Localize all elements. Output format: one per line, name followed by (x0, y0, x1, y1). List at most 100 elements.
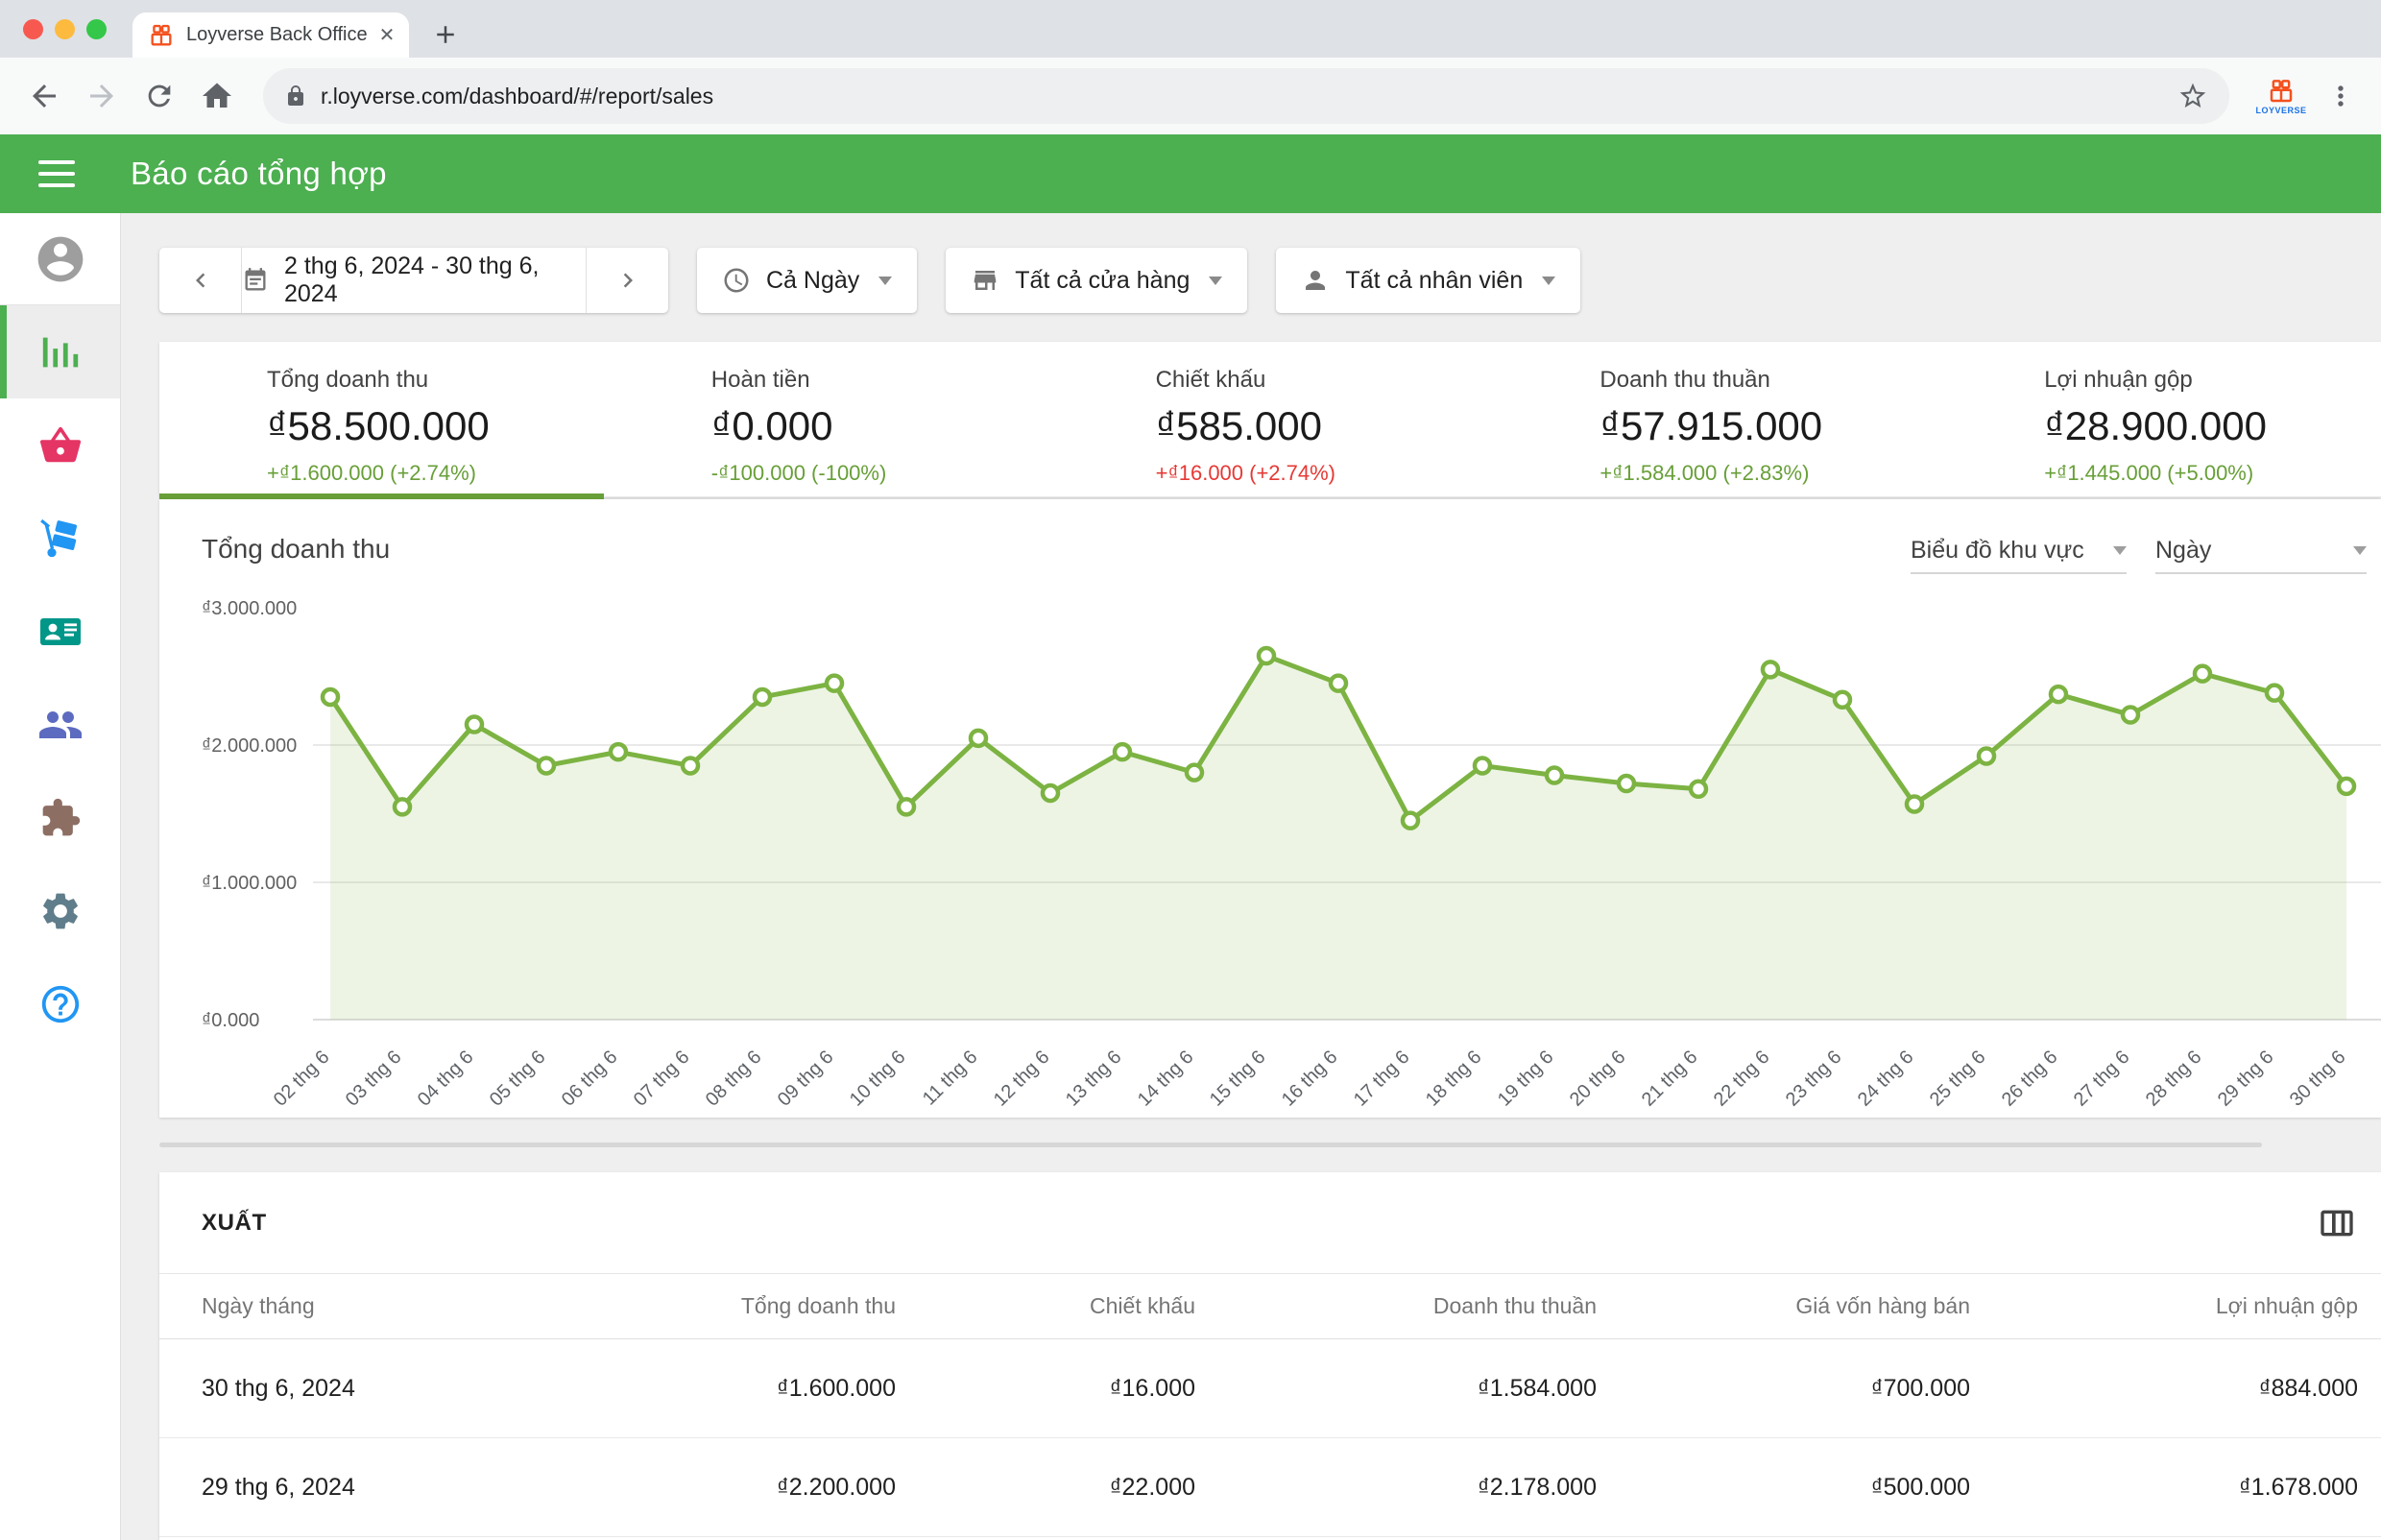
menu-hamburger-icon[interactable] (38, 160, 75, 187)
svg-text:₫1.000.000: ₫1.000.000 (202, 873, 297, 894)
sidebar-item-integrations[interactable] (0, 771, 120, 864)
metric-value: ₫57.915.000 (1599, 403, 1936, 449)
svg-text:04 thg 6: 04 thg 6 (414, 1047, 478, 1111)
column-header: Lợi nhuận gộp (1970, 1293, 2358, 1319)
svg-text:24 thg 6: 24 thg 6 (1854, 1047, 1918, 1111)
horizontal-scrollbar[interactable] (159, 1143, 2262, 1147)
store-filter-button[interactable]: Tất cả cửa hàng (946, 248, 1247, 313)
back-button[interactable] (19, 71, 69, 121)
table-cell: 29 thg 6, 2024 (202, 1474, 566, 1502)
chart-type-select[interactable]: Biểu đồ khu vực (1911, 528, 2127, 574)
filter-toolbar: 2 thg 6, 2024 - 30 thg 6, 2024 Cả Ngày T… (159, 248, 2381, 313)
forward-button[interactable] (77, 71, 127, 121)
sidebar-item-account[interactable] (0, 213, 120, 305)
browser-menu-icon[interactable] (2320, 71, 2362, 121)
svg-text:12 thg 6: 12 thg 6 (990, 1047, 1054, 1111)
metric-tab-gross-sales[interactable]: Tổng doanh thu ₫58.500.000 +₫1.600.000 (… (159, 342, 604, 496)
puzzle-icon (39, 797, 82, 839)
address-bar[interactable]: r.loyverse.com/dashboard/#/report/sales (263, 68, 2229, 124)
metric-delta: +₫1.445.000 (+5.00%) (2044, 461, 2381, 486)
chevron-down-icon (2353, 546, 2367, 555)
svg-text:07 thg 6: 07 thg 6 (630, 1047, 694, 1111)
chevron-down-icon (2113, 546, 2127, 555)
time-filter-button[interactable]: Cả Ngày (697, 248, 917, 313)
column-header: Tổng doanh thu (566, 1293, 896, 1319)
metric-tab-refunds[interactable]: Hoàn tiền ₫0.000 -₫100.000 (-100%) (604, 342, 1048, 496)
sidebar-item-inventory[interactable] (0, 492, 120, 585)
svg-text:09 thg 6: 09 thg 6 (774, 1047, 838, 1111)
svg-text:06 thg 6: 06 thg 6 (558, 1047, 622, 1111)
previous-period-button[interactable] (159, 248, 242, 313)
page-title: Báo cáo tổng hợp (131, 156, 387, 192)
svg-text:28 thg 6: 28 thg 6 (2142, 1047, 2206, 1111)
metric-delta: +₫1.600.000 (+2.74%) (267, 461, 604, 486)
metric-value: ₫0.000 (711, 403, 1048, 449)
loyverse-extension-icon[interactable]: LOYVERSE (2250, 77, 2312, 115)
reload-button[interactable] (134, 71, 184, 121)
account-circle-icon (34, 232, 87, 286)
svg-text:25 thg 6: 25 thg 6 (1926, 1047, 1990, 1111)
home-button[interactable] (192, 71, 242, 121)
table-header-row: Ngày tháng Tổng doanh thu Chiết khấu Doa… (159, 1274, 2381, 1339)
svg-text:08 thg 6: 08 thg 6 (702, 1047, 766, 1111)
table-cell: ₫2.200.000 (566, 1474, 896, 1502)
bookmark-star-icon[interactable] (2177, 81, 2208, 111)
metric-tab-net-sales[interactable]: Doanh thu thuần ₫57.915.000 +₫1.584.000 … (1492, 342, 1936, 496)
store-icon (971, 266, 999, 295)
table-cell: ₫1.584.000 (1195, 1375, 1597, 1403)
gear-icon (38, 889, 83, 933)
browser-toolbar: r.loyverse.com/dashboard/#/report/sales … (0, 58, 2381, 134)
sidebar-item-settings[interactable] (0, 864, 120, 957)
hand-truck-icon (38, 517, 83, 561)
close-window-button[interactable] (23, 19, 43, 39)
calendar-icon (242, 267, 269, 294)
table-row: 30 thg 6, 2024 ₫1.600.000 ₫16.000 ₫1.584… (159, 1339, 2381, 1438)
columns-settings-icon[interactable] (2318, 1204, 2356, 1242)
sidebar-item-items[interactable] (0, 398, 120, 492)
svg-text:18 thg 6: 18 thg 6 (1422, 1047, 1486, 1111)
svg-text:₫3.000.000: ₫3.000.000 (202, 598, 297, 619)
lock-icon (284, 84, 307, 108)
column-header: Chiết khấu (896, 1293, 1195, 1319)
people-icon (37, 702, 84, 748)
next-period-button[interactable] (586, 248, 668, 313)
column-header: Doanh thu thuần (1195, 1293, 1597, 1319)
table-cell: ₫1.600.000 (566, 1375, 896, 1403)
bar-chart-icon (38, 330, 83, 374)
chevron-down-icon (1542, 277, 1555, 285)
new-tab-button[interactable] (426, 15, 465, 54)
svg-text:23 thg 6: 23 thg 6 (1782, 1047, 1846, 1111)
metric-value: ₫28.900.000 (2044, 403, 2381, 449)
minimize-window-button[interactable] (55, 19, 75, 39)
table-cell: ₫700.000 (1597, 1375, 1970, 1403)
tab-close-icon[interactable]: ✕ (379, 23, 396, 47)
revenue-area-chart: ₫0.000₫1.000.000₫2.000.000₫3.000.00002 t… (159, 578, 2381, 1116)
sidebar-item-employees[interactable] (0, 678, 120, 771)
employee-filter-button[interactable]: Tất cả nhân viên (1276, 248, 1580, 313)
chevron-down-icon (1209, 277, 1222, 285)
metric-delta: -₫100.000 (-100%) (711, 461, 1048, 486)
svg-text:29 thg 6: 29 thg 6 (2214, 1047, 2278, 1111)
metric-delta: +₫16.000 (+2.74%) (1156, 461, 1493, 486)
export-button[interactable]: XUẤT (202, 1210, 267, 1237)
extension-label: LOYVERSE (2255, 106, 2306, 115)
metrics-summary: Tổng doanh thu ₫58.500.000 +₫1.600.000 (… (159, 342, 2381, 497)
chart-type-value: Biểu đồ khu vực (1911, 537, 2084, 565)
metric-tab-discounts[interactable]: Chiết khấu ₫585.000 +₫16.000 (+2.74%) (1048, 342, 1493, 496)
svg-text:15 thg 6: 15 thg 6 (1206, 1047, 1270, 1111)
sidebar-item-reports[interactable] (0, 305, 120, 398)
sidebar-item-help[interactable] (0, 957, 120, 1050)
favicon-loyverse-icon (148, 22, 175, 49)
chart-interval-select[interactable]: Ngày (2155, 528, 2367, 574)
date-range-button[interactable]: 2 thg 6, 2024 - 30 thg 6, 2024 (242, 248, 586, 313)
date-range-picker: 2 thg 6, 2024 - 30 thg 6, 2024 (159, 248, 668, 313)
sidebar-item-customers[interactable] (0, 585, 120, 678)
svg-text:27 thg 6: 27 thg 6 (2070, 1047, 2134, 1111)
svg-text:₫2.000.000: ₫2.000.000 (202, 735, 297, 757)
person-icon (1301, 266, 1330, 295)
browser-tab[interactable]: Loyverse Back Office ✕ (132, 12, 409, 58)
zoom-window-button[interactable] (86, 19, 107, 39)
metric-tab-gross-profit[interactable]: Lợi nhuận gộp ₫28.900.000 +₫1.445.000 (+… (1936, 342, 2381, 496)
column-header: Ngày tháng (202, 1293, 566, 1319)
sidebar-nav (0, 213, 121, 1540)
